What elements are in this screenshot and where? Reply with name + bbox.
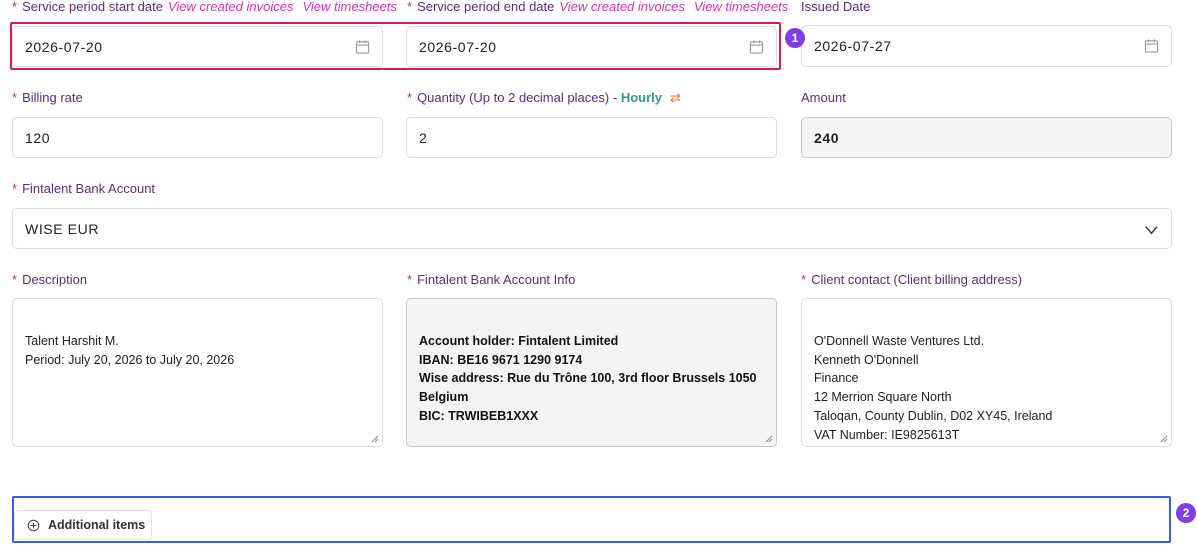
issued-date-input[interactable]: 2026-07-27 <box>801 25 1172 67</box>
unit-hourly: Hourly <box>620 90 662 105</box>
amount-field: 240 <box>801 117 1172 158</box>
highlight-service-period <box>10 22 781 70</box>
end-date-label: * Service period end date View created inv… <box>407 0 789 14</box>
bank-info-textarea: Account holder: Fintalent Limited IBAN: … <box>406 298 777 447</box>
view-created-invoices-link[interactable]: View created invoices <box>168 0 294 14</box>
calendar-icon[interactable] <box>1144 39 1159 54</box>
bank-info-label: * Fintalent Bank Account Info <box>407 272 576 287</box>
chevron-down-icon[interactable] <box>1144 222 1159 237</box>
swap-icon[interactable]: ⇄ <box>670 90 681 105</box>
client-contact-label: * Client contact (Client billing address) <box>801 272 1023 287</box>
quantity-label: * Quantity (Up to 2 decimal places) - Hou… <box>407 90 681 105</box>
resize-handle-icon[interactable] <box>1160 435 1168 443</box>
billing-rate-input[interactable]: 120 <box>12 117 383 158</box>
description-textarea[interactable]: Talent Harshit M. Period: July 20, 2026 … <box>12 298 383 447</box>
view-timesheets-link[interactable]: View timesheets <box>694 0 788 14</box>
highlight-additional-items <box>12 496 1171 543</box>
annotation-badge-1: 1 <box>785 28 805 48</box>
view-created-invoices-link[interactable]: View created invoices <box>559 0 685 14</box>
view-timesheets-link[interactable]: View timesheets <box>302 0 396 14</box>
billing-rate-label: * Billing rate <box>12 90 83 105</box>
additional-items-button[interactable]: Additional items <box>14 510 152 540</box>
bank-account-select[interactable]: WISE EUR <box>12 208 1172 249</box>
issued-date-label: Issued Date <box>801 0 871 14</box>
amount-label: Amount <box>801 90 846 105</box>
annotation-badge-2: 2 <box>1176 503 1196 523</box>
plus-circle-icon <box>27 519 40 531</box>
client-contact-textarea[interactable]: O'Donnell Waste Ventures Ltd. Kenneth O'… <box>801 298 1172 447</box>
start-date-label: * Service period start date View created i… <box>12 0 397 14</box>
quantity-input[interactable]: 2 <box>406 117 777 158</box>
resize-handle-icon[interactable] <box>765 435 773 443</box>
bank-account-label: * Fintalent Bank Account <box>12 181 156 196</box>
resize-handle-icon[interactable] <box>371 435 379 443</box>
description-label: * Description <box>12 272 88 287</box>
